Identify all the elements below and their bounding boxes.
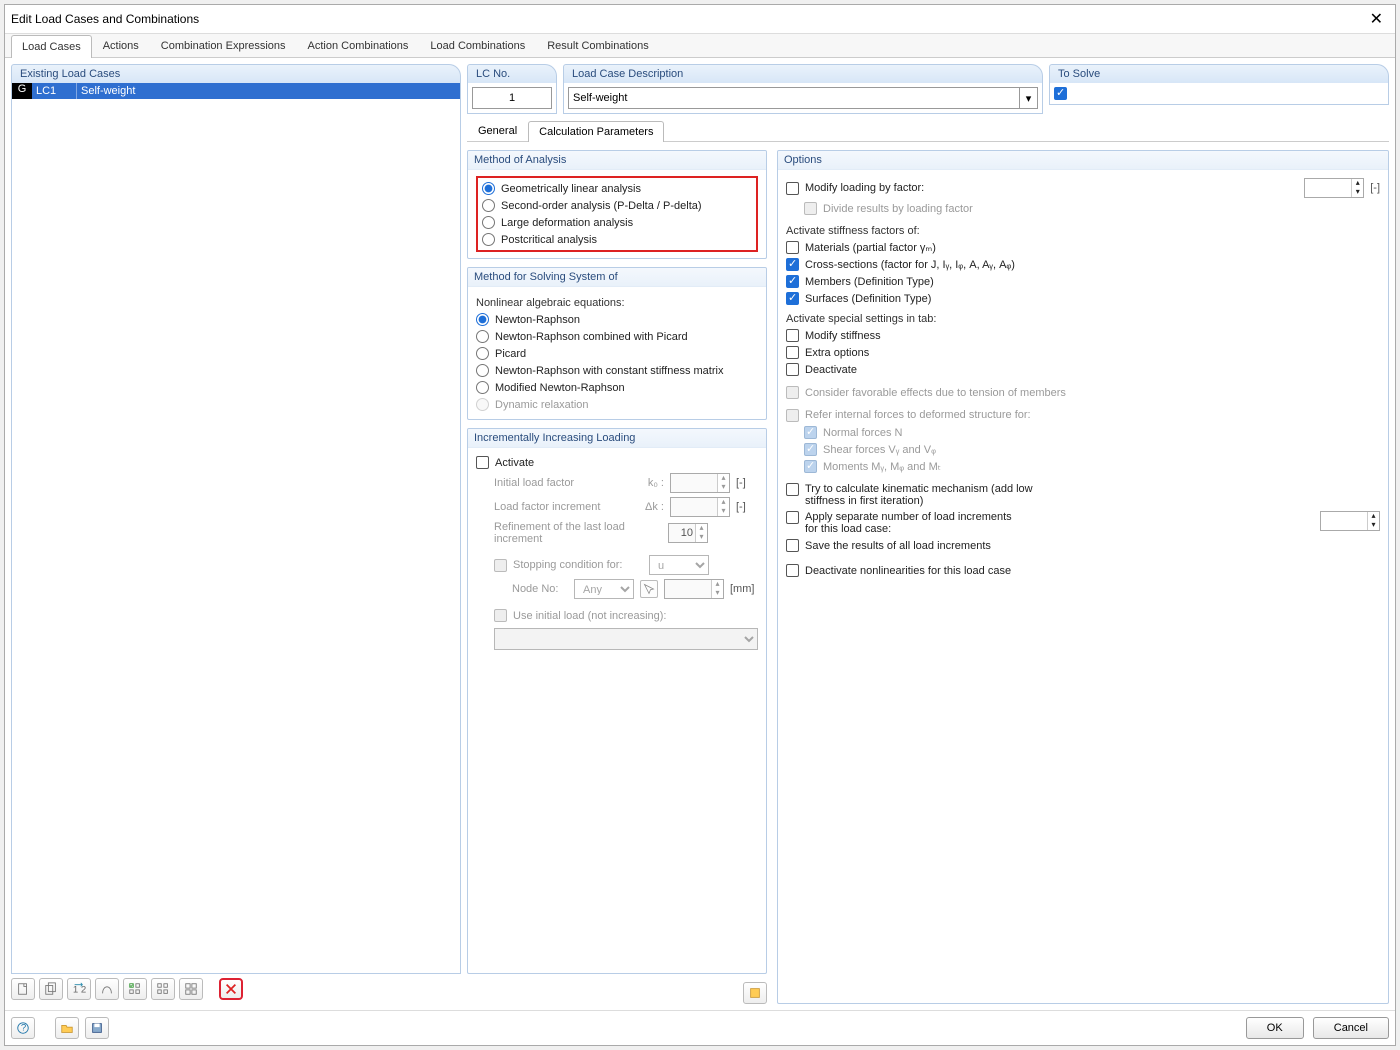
row-desc: Self-weight bbox=[77, 83, 460, 99]
solving-subheader: Nonlinear algebraic equations: bbox=[476, 297, 758, 309]
new-icon[interactable] bbox=[11, 978, 35, 1000]
renumber-icon[interactable]: 1 2 bbox=[67, 978, 91, 1000]
extra-options-check[interactable]: Extra options bbox=[786, 344, 1380, 361]
chevron-down-icon[interactable]: ▾ bbox=[1020, 87, 1038, 109]
subtab-general[interactable]: General bbox=[467, 120, 528, 141]
normal-forces-check: Normal forces N bbox=[786, 424, 1380, 441]
radio-geom-linear[interactable]: Geometrically linear analysis bbox=[482, 180, 752, 197]
radio-picard[interactable]: Picard bbox=[476, 345, 758, 362]
copy-icon[interactable] bbox=[39, 978, 63, 1000]
highlight-box: Geometrically linear analysis Second-ord… bbox=[476, 176, 758, 252]
initial-load-select bbox=[494, 628, 758, 650]
tab-load-cases[interactable]: Load Cases bbox=[11, 35, 92, 58]
activate-incremental[interactable]: Activate bbox=[476, 454, 758, 471]
node-no-label: Node No: bbox=[512, 583, 568, 595]
modify-loading-input[interactable]: ▴▾ bbox=[1304, 178, 1364, 198]
method-of-analysis-group: Method of Analysis Geometrically linear … bbox=[467, 150, 767, 259]
help-icon[interactable]: ? bbox=[11, 1017, 35, 1039]
load-factor-increment-input: ▴▾ bbox=[670, 497, 730, 517]
use-initial-load-check: Use initial load (not increasing): bbox=[476, 607, 758, 624]
method-of-analysis-legend: Method of Analysis bbox=[468, 151, 766, 170]
incremental-legend: Incrementally Increasing Loading bbox=[468, 429, 766, 448]
pick-node-icon bbox=[640, 580, 658, 598]
options-group: Options Modify loading by factor: ▴▾ [-]… bbox=[777, 150, 1389, 1004]
refinement-label: Refinement of the last load increment bbox=[494, 521, 662, 545]
radio-second-order[interactable]: Second-order analysis (P-Delta / P-delta… bbox=[482, 197, 752, 214]
desc-label: Load Case Description bbox=[563, 64, 1043, 83]
node-no-select: Any bbox=[574, 579, 634, 599]
stopping-condition-check: Stopping condition for: u bbox=[476, 553, 758, 577]
ok-button[interactable]: OK bbox=[1246, 1017, 1304, 1039]
lcno-input[interactable] bbox=[472, 87, 552, 109]
activate-stiffness-header: Activate stiffness factors of: bbox=[786, 225, 1380, 237]
lcno-label: LC No. bbox=[467, 64, 557, 83]
table-row[interactable]: G LC1 Self-weight bbox=[12, 83, 460, 99]
apply-separate-check[interactable]: Apply separate number of load increments… bbox=[786, 509, 1380, 537]
close-icon[interactable]: ✕ bbox=[1364, 9, 1389, 29]
initial-load-factor-label: Initial load factor bbox=[494, 477, 634, 489]
existing-load-cases-header: Existing Load Cases bbox=[11, 64, 461, 83]
radio-newton-raphson[interactable]: Newton-Raphson bbox=[476, 311, 758, 328]
save-icon[interactable] bbox=[85, 1017, 109, 1039]
solving-legend: Method for Solving System of bbox=[468, 268, 766, 287]
members-check[interactable]: Members (Definition Type) bbox=[786, 273, 1380, 290]
tab-actions[interactable]: Actions bbox=[92, 34, 150, 57]
cross-sections-check[interactable]: Cross-sections (factor for J, Iᵧ, Iᵩ, A,… bbox=[786, 256, 1380, 273]
svg-text:1 2: 1 2 bbox=[73, 985, 86, 996]
cancel-button[interactable]: Cancel bbox=[1313, 1017, 1389, 1039]
grid-icon[interactable] bbox=[179, 978, 203, 1000]
radio-dynamic-relaxation: Dynamic relaxation bbox=[476, 396, 758, 413]
special-settings-header: Activate special settings in tab: bbox=[786, 313, 1380, 325]
row-category: G bbox=[12, 83, 32, 99]
modify-loading-check[interactable]: Modify loading by factor: ▴▾ [-] bbox=[786, 176, 1380, 200]
materials-check[interactable]: Materials (partial factor γₘ) bbox=[786, 239, 1380, 256]
refinement-input: ▴▾ bbox=[668, 523, 708, 543]
tab-load-combinations[interactable]: Load Combinations bbox=[419, 34, 536, 57]
solve-checkbox[interactable] bbox=[1054, 87, 1067, 100]
main-tabstrip: Load Cases Actions Combination Expressio… bbox=[5, 34, 1395, 58]
incremental-group: Incrementally Increasing Loading Activat… bbox=[467, 428, 767, 974]
tab-combination-expressions[interactable]: Combination Expressions bbox=[150, 34, 297, 57]
load-cases-table[interactable]: G LC1 Self-weight bbox=[11, 83, 461, 974]
radio-modified-nr[interactable]: Modified Newton-Raphson bbox=[476, 379, 758, 396]
load-factor-increment-label: Load factor increment bbox=[494, 501, 634, 513]
open-icon[interactable] bbox=[55, 1017, 79, 1039]
window-title: Edit Load Cases and Combinations bbox=[11, 12, 199, 26]
divide-results-check: Divide results by loading factor bbox=[786, 200, 1380, 217]
deactivate-nonlinearities-check[interactable]: Deactivate nonlinearities for this load … bbox=[786, 562, 1380, 579]
solve-label: To Solve bbox=[1049, 64, 1389, 83]
settings-icon[interactable] bbox=[743, 982, 767, 1004]
shear-forces-check: Shear forces Vᵧ and Vᵩ bbox=[786, 441, 1380, 458]
radio-nr-constant[interactable]: Newton-Raphson with constant stiffness m… bbox=[476, 362, 758, 379]
surfaces-check[interactable]: Surfaces (Definition Type) bbox=[786, 290, 1380, 307]
link-icon[interactable] bbox=[95, 978, 119, 1000]
tab-result-combinations[interactable]: Result Combinations bbox=[536, 34, 660, 57]
separate-increments-input[interactable]: ▴▾ bbox=[1320, 511, 1380, 531]
svg-text:?: ? bbox=[21, 1023, 26, 1034]
uncheck-all-icon[interactable] bbox=[151, 978, 175, 1000]
delete-icon[interactable] bbox=[219, 978, 243, 1000]
solving-method-group: Method for Solving System of Nonlinear a… bbox=[467, 267, 767, 420]
row-id: LC1 bbox=[32, 83, 77, 99]
radio-large-deformation[interactable]: Large deformation analysis bbox=[482, 214, 752, 231]
stopping-variable-select: u bbox=[649, 555, 709, 575]
tab-action-combinations[interactable]: Action Combinations bbox=[297, 34, 420, 57]
sub-tabstrip: General Calculation Parameters bbox=[467, 120, 1389, 142]
subtab-calculation-parameters[interactable]: Calculation Parameters bbox=[528, 121, 664, 142]
refer-internal-forces-check: Refer internal forces to deformed struct… bbox=[786, 407, 1380, 424]
favorable-effects-check: Consider favorable effects due to tensio… bbox=[786, 384, 1380, 401]
save-results-check[interactable]: Save the results of all load increments bbox=[786, 537, 1380, 554]
radio-nr-picard[interactable]: Newton-Raphson combined with Picard bbox=[476, 328, 758, 345]
node-value-input: ▴▾ bbox=[664, 579, 724, 599]
modify-stiffness-check[interactable]: Modify stiffness bbox=[786, 327, 1380, 344]
check-all-icon[interactable] bbox=[123, 978, 147, 1000]
radio-postcritical[interactable]: Postcritical analysis bbox=[482, 231, 752, 248]
moments-check: Moments Mᵧ, Mᵩ and Mₜ bbox=[786, 458, 1380, 475]
deactivate-check[interactable]: Deactivate bbox=[786, 361, 1380, 378]
initial-load-factor-input: ▴▾ bbox=[670, 473, 730, 493]
kinematic-check[interactable]: Try to calculate kinematic mechanism (ad… bbox=[786, 481, 1380, 509]
left-toolbar: 1 2 bbox=[11, 974, 461, 1004]
description-input[interactable] bbox=[568, 87, 1020, 109]
options-legend: Options bbox=[778, 151, 1388, 170]
